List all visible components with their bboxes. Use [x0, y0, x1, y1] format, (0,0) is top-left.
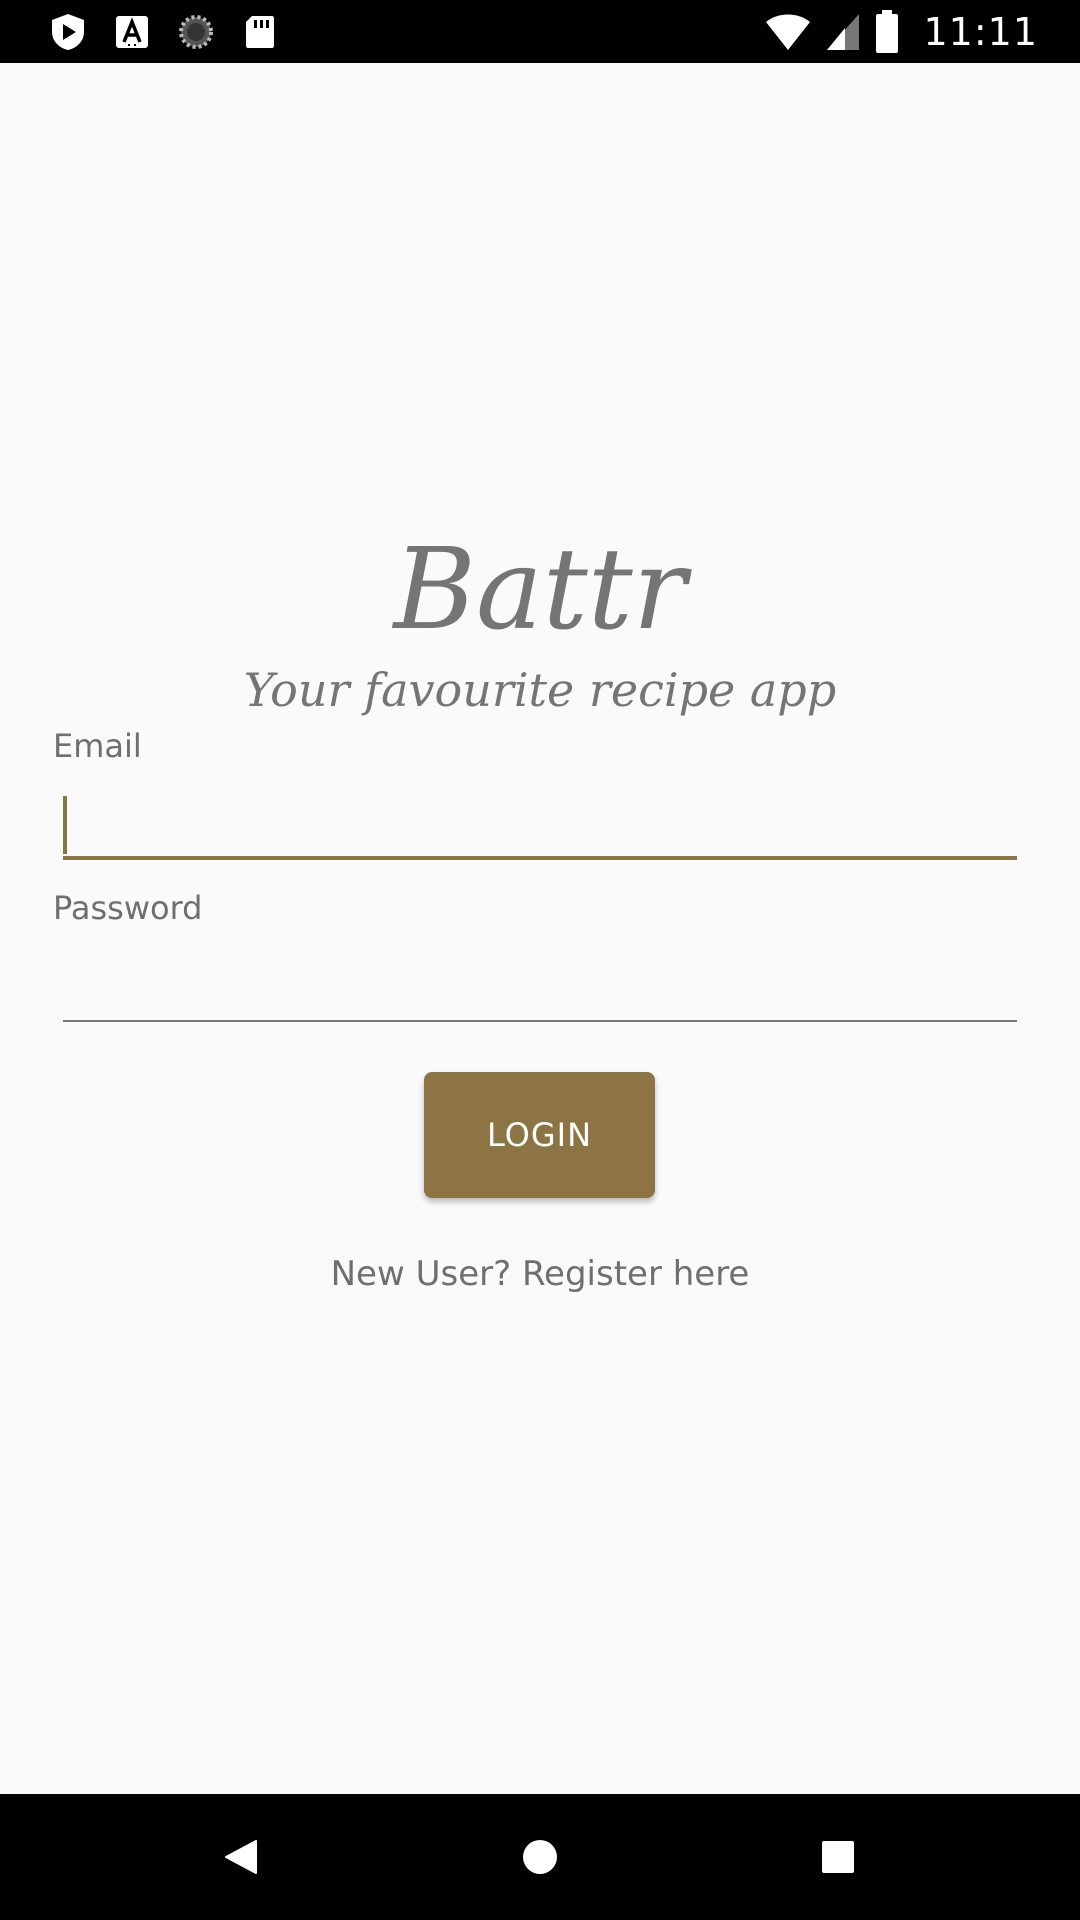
login-button[interactable]: LOGIN: [424, 1072, 655, 1198]
password-label: Password: [53, 889, 203, 927]
back-button[interactable]: [210, 1827, 270, 1887]
password-field[interactable]: [63, 952, 1017, 1022]
battery-icon: [876, 10, 899, 53]
loading-ring-icon: [179, 15, 213, 49]
text-cursor: [63, 796, 67, 854]
wifi-icon: [766, 14, 811, 50]
font-a-icon: [116, 16, 148, 48]
login-screen: 11:11 Battr Your favourite recipe app Em…: [0, 0, 1080, 1920]
status-bar: 11:11: [0, 0, 1080, 63]
back-icon: [225, 1840, 257, 1874]
email-field[interactable]: [63, 790, 1017, 860]
recents-button[interactable]: [808, 1827, 868, 1887]
app-title: Battr: [393, 525, 687, 655]
recents-icon: [822, 1841, 854, 1873]
shield-play-icon: [52, 14, 84, 50]
system-icons: 11:11: [765, 6, 1038, 58]
register-link[interactable]: New User? Register here: [0, 1252, 1080, 1296]
email-label: Email: [53, 727, 142, 765]
home-button[interactable]: [510, 1827, 570, 1887]
home-icon: [523, 1840, 557, 1874]
status-clock: 11:11: [923, 10, 1038, 54]
sd-card-icon: [246, 16, 274, 48]
notification-icons: [48, 10, 280, 54]
app-tagline: Your favourite recipe app: [243, 663, 837, 717]
cell-signal-icon: [827, 14, 860, 50]
navigation-bar: [0, 1794, 1080, 1920]
